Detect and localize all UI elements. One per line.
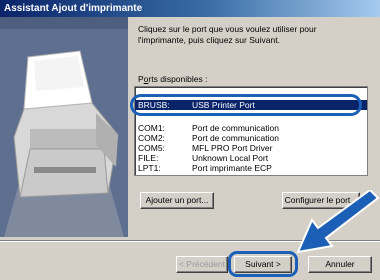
add-port-button[interactable]: Ajouter un port... (140, 192, 214, 209)
port-name: COM5: (138, 143, 165, 153)
port-name: FILE: (138, 153, 159, 163)
add-printer-wizard-window: Assistant Ajout d'imprimante Cliquez sur… (0, 0, 380, 280)
port-name: COM1: (138, 123, 165, 133)
port-description: Port de communication (192, 123, 279, 133)
instruction-text: Cliquez sur le port que vous voulez util… (138, 24, 317, 45)
previous-button[interactable]: < Précédent (176, 256, 228, 273)
port-row-brusb[interactable]: BRUSB: USB Printer Port (135, 100, 367, 110)
available-ports-label: Ports disponibles : (138, 74, 208, 84)
port-row-com1[interactable]: COM1: Port de communication (135, 123, 367, 133)
port-description: USB Printer Port (192, 100, 255, 110)
footer-separator (0, 240, 380, 242)
port-description: Unknown Local Port (192, 153, 269, 163)
port-description: Port de communication (192, 133, 279, 143)
port-name: COM2: (138, 133, 165, 143)
port-name: LPT1: (138, 163, 161, 173)
port-row-hidden[interactable] (135, 87, 367, 94)
configure-port-button[interactable]: Configurer le port... (282, 192, 360, 209)
printer-illustration (0, 17, 128, 237)
ports-listbox[interactable]: BRUSB: USB Printer Port COM1: Port de co… (134, 86, 368, 176)
port-description: MFL PRO Port Driver (192, 143, 273, 153)
port-description: Port imprimante ECP (192, 163, 272, 173)
cancel-button[interactable]: Annuler (308, 256, 372, 273)
next-button[interactable]: Suivant > (234, 256, 292, 273)
window-title: Assistant Ajout d'imprimante (0, 0, 380, 17)
port-row-lpt1[interactable]: LPT1: Port imprimante ECP (135, 163, 367, 173)
port-row-com5[interactable]: COM5: MFL PRO Port Driver (135, 143, 367, 153)
port-row-com2[interactable]: COM2: Port de communication (135, 133, 367, 143)
port-name: BRUSB: (138, 100, 170, 110)
port-row-file[interactable]: FILE: Unknown Local Port (135, 153, 367, 163)
